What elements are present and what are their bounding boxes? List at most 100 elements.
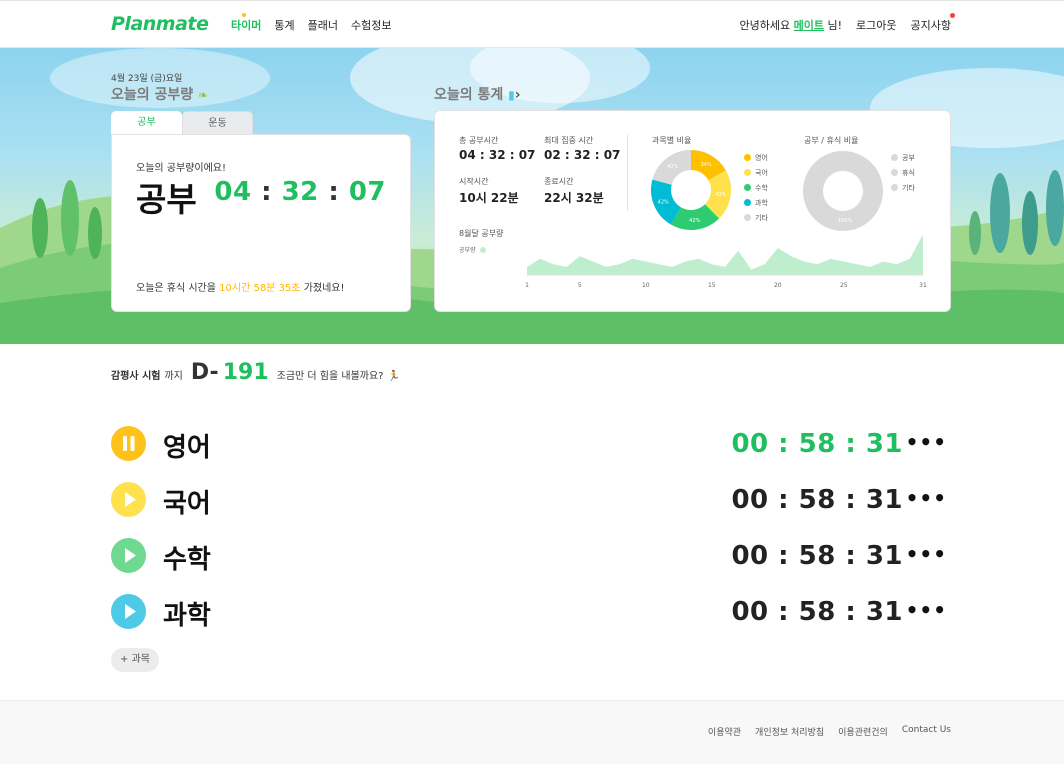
top-header: Planmate 타이머 통계 플래너 수험정보 안녕하세요 메이트 님! 로그… <box>0 0 1064 48</box>
today-label: 공부 <box>136 180 197 219</box>
legend-label: 수학 <box>755 184 768 192</box>
subject-ratio-donut: 34% 42% 42% 42% 42% <box>651 150 731 230</box>
subject-name: 국어 <box>163 489 211 519</box>
subject-row: 영어 00 : 58 : 31 ••• <box>111 424 951 464</box>
play-button[interactable] <box>111 482 146 517</box>
pie-slice <box>803 151 883 231</box>
nickname-link[interactable]: 메이트 <box>794 19 824 32</box>
more-options-icon[interactable]: ••• <box>906 430 947 454</box>
subject-name: 영어 <box>163 433 211 463</box>
play-button[interactable] <box>111 594 146 629</box>
legend-dot <box>744 154 751 161</box>
x-tick-label: 20 <box>774 282 782 289</box>
logo[interactable]: Planmate <box>111 13 209 35</box>
logout-link[interactable]: 로그아웃 <box>856 17 896 33</box>
notice-link[interactable]: 공지사항 <box>911 13 956 33</box>
nav-stats[interactable]: 통계 <box>274 17 294 33</box>
legend-dot <box>891 154 898 161</box>
monthly-area-chart: 1 5 10 15 20 25 31 <box>525 234 927 289</box>
today-title-text: 오늘의 공부량 <box>111 87 194 103</box>
study-rest-donut: 100% <box>803 151 883 231</box>
rest-prefix: 오늘은 휴식 시간을 <box>136 283 216 294</box>
until-text: 까지 <box>164 371 183 382</box>
legend-label: 휴식 <box>902 169 915 177</box>
stats-card: 총 공부시간 04 : 32 : 07 최대 집중 시간 02 : 32 : 0… <box>434 110 951 312</box>
tab-exercise[interactable]: 운동 <box>182 111 253 135</box>
max-focus-value: 02 : 32 : 07 <box>544 148 621 162</box>
rest-suffix: 가졌네요! <box>303 283 345 294</box>
tab-study[interactable]: 공부 <box>111 111 182 135</box>
footer-link[interactable]: 개인정보 처리방침 <box>755 725 824 738</box>
legend-dot <box>891 184 898 191</box>
start-time-label: 시작시간 <box>459 177 489 186</box>
footer-links: 이용약관 개인정보 처리방침 이용관련건의 Contact Us <box>708 725 951 738</box>
today-hours: 04 <box>214 177 252 207</box>
subject-timer: 00 : 58 : 31 <box>731 541 903 571</box>
end-time-value: 22시 32분 <box>544 191 604 205</box>
study-rest-legend: 공부 휴식 기타 <box>891 153 915 198</box>
rest-summary: 오늘은 휴식 시간을 10시간 58분 35초 가졌네요! <box>136 279 345 294</box>
more-options-icon[interactable]: ••• <box>906 486 947 510</box>
footer-link[interactable]: 이용약관 <box>708 725 741 738</box>
legend-item: 국어 <box>744 168 768 178</box>
legend-dot <box>744 199 751 206</box>
footer: 이용약관 개인정보 처리방침 이용관련건의 Contact Us <box>0 700 1064 764</box>
subject-row: 국어 00 : 58 : 31 ••• <box>111 480 951 520</box>
end-time-label: 종료시간 <box>544 177 574 186</box>
area-series <box>527 234 923 275</box>
footer-link[interactable]: 이용관련건의 <box>838 725 888 738</box>
cheer-text: 조금만 더 힘을 내볼까요? <box>276 371 384 382</box>
legend-item: 수학 <box>744 183 768 193</box>
subject-timer: 00 : 58 : 31 <box>731 597 903 627</box>
slice-label: 42% <box>658 199 669 205</box>
legend-label: 기타 <box>755 214 768 222</box>
legend-item: 기타 <box>891 183 915 193</box>
nav-timer[interactable]: 타이머 <box>231 13 261 33</box>
runner-icon: 🏃 <box>387 371 400 382</box>
rest-time: 10시간 58분 35초 <box>219 283 301 294</box>
subject-row: 과학 00 : 58 : 31 ••• <box>111 592 951 632</box>
play-button[interactable] <box>111 538 146 573</box>
pause-button[interactable] <box>111 426 146 461</box>
slice-label: 42% <box>715 192 726 198</box>
monthly-title: 8월달 공부량 <box>459 229 504 238</box>
dday-number: 191 <box>222 360 269 385</box>
nav-exam-info[interactable]: 수험정보 <box>351 17 391 33</box>
legend-item: 영어 <box>744 153 768 163</box>
subject-timer: 00 : 58 : 31 <box>731 429 903 459</box>
legend-label: 영어 <box>755 154 768 162</box>
stats-title[interactable]: 오늘의 통계 ▮› <box>434 84 521 104</box>
bar-chart-icon: ▮ <box>508 88 515 102</box>
x-tick-label: 5 <box>578 282 582 289</box>
subject-ratio-legend: 영어국어수학과학기타 <box>744 153 768 228</box>
nav-planner[interactable]: 플래너 <box>308 17 338 33</box>
start-time-value: 10시 22분 <box>459 191 519 205</box>
legend-label: 국어 <box>755 169 768 177</box>
legend-dot <box>891 169 898 176</box>
colon: : <box>261 177 273 207</box>
legend-item: 휴식 <box>891 168 915 178</box>
stats-title-text: 오늘의 통계 <box>434 87 504 103</box>
subject-name: 수학 <box>163 545 211 575</box>
add-subject-button[interactable]: + 과목 <box>111 648 159 672</box>
monthly-legend-label: 공부량 <box>459 247 476 254</box>
x-tick-label: 25 <box>840 282 848 289</box>
exam-name: 감평사 시험 <box>111 371 161 382</box>
dday-prefix: D- <box>190 360 219 385</box>
slice-label: 34% <box>701 162 712 168</box>
legend-dot <box>744 169 751 176</box>
slice-label: 100% <box>838 218 853 224</box>
footer-link[interactable]: Contact Us <box>902 725 951 738</box>
chevron-right-icon: › <box>514 87 521 103</box>
today-study-time: 04 : 32 : 07 <box>214 177 386 207</box>
monthly-legend: 공부량 <box>459 245 486 254</box>
greeting-prefix: 안녕하세요 <box>739 19 791 32</box>
subject-timer: 00 : 58 : 31 <box>731 485 903 515</box>
more-options-icon[interactable]: ••• <box>906 598 947 622</box>
slice-label: 42% <box>689 218 700 224</box>
more-options-icon[interactable]: ••• <box>906 542 947 566</box>
today-study-title: 오늘의 공부량 ❧ <box>111 84 208 104</box>
legend-item: 과학 <box>744 198 768 208</box>
legend-dot <box>744 184 751 191</box>
greeting-suffix: 님! <box>827 19 843 32</box>
